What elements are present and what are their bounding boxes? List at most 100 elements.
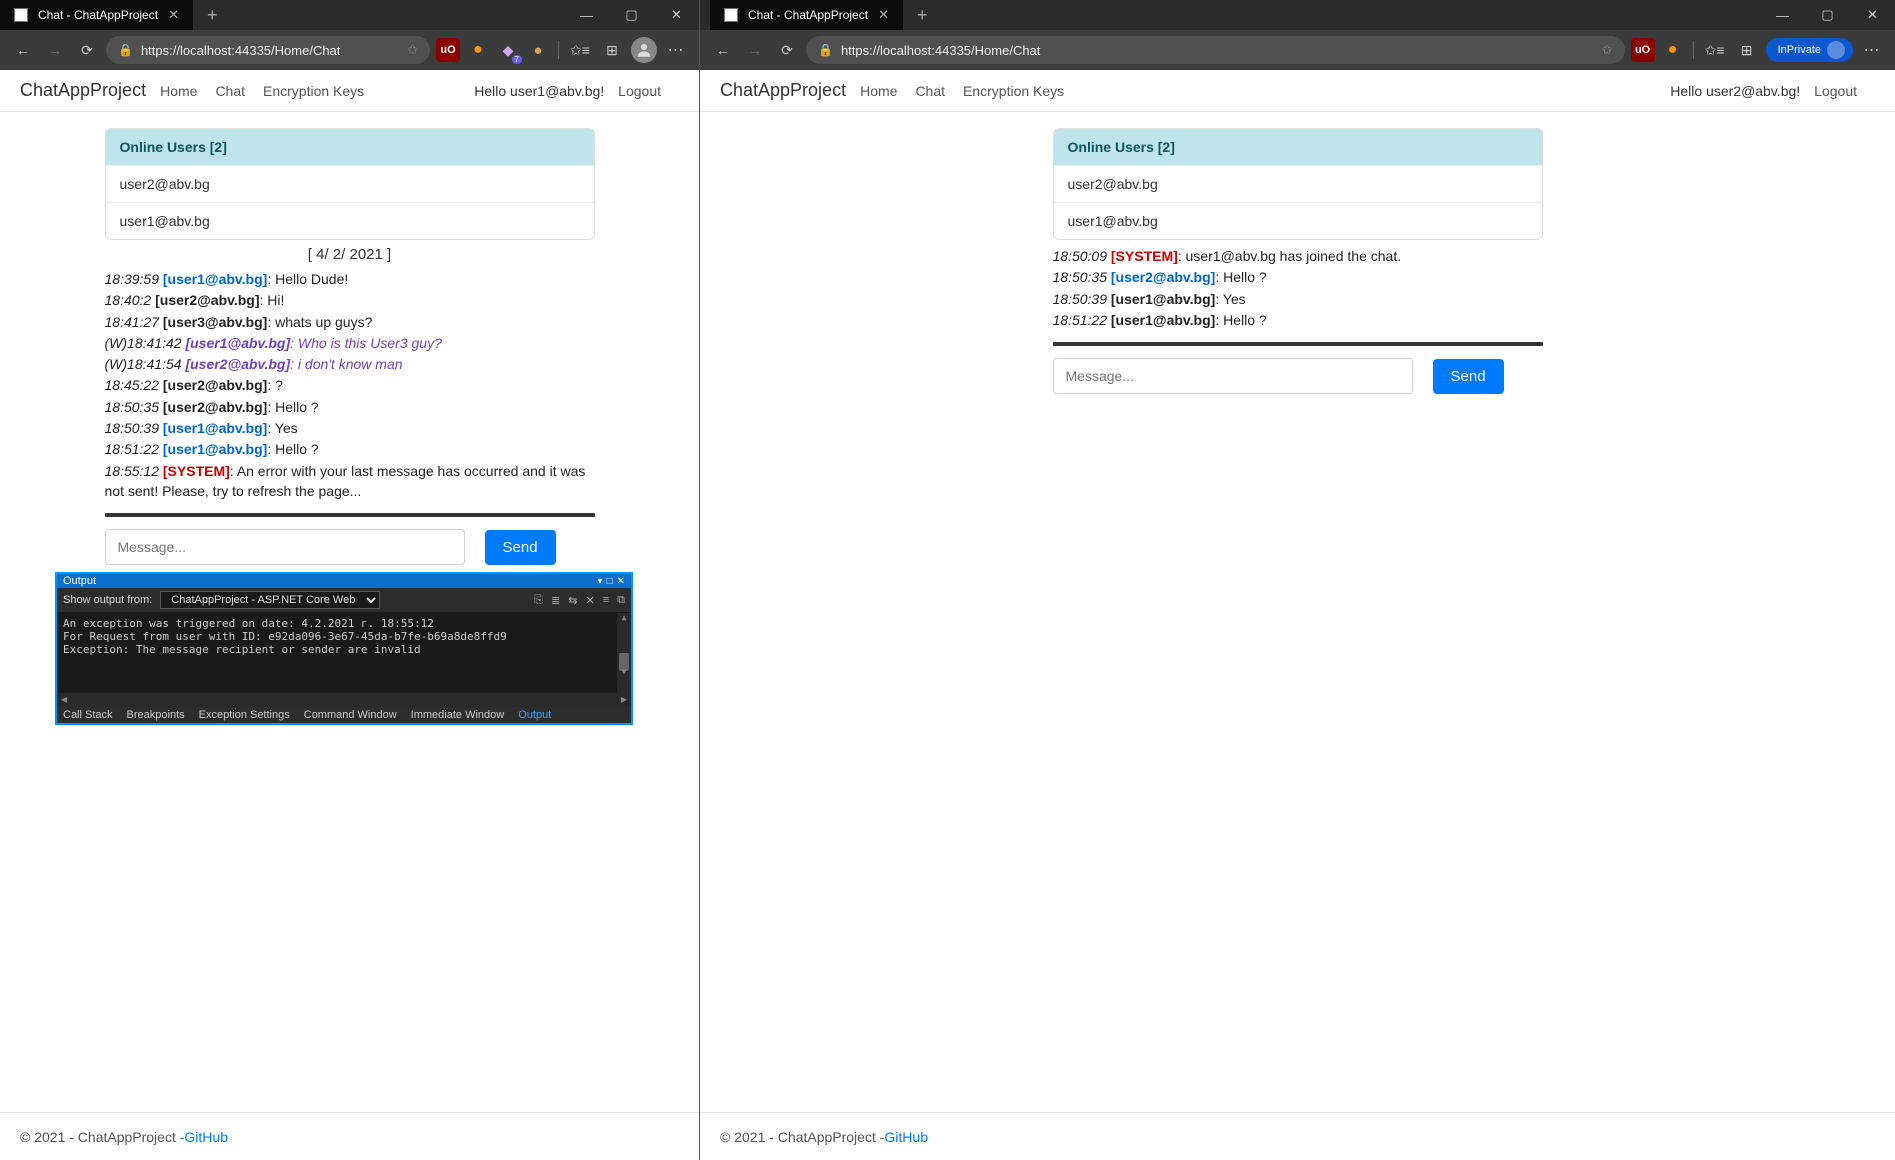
online-user-item[interactable]: user1@abv.bg bbox=[106, 202, 594, 239]
vs-output-body[interactable]: An exception was triggered on date: 4.2.… bbox=[57, 613, 631, 693]
send-button[interactable]: Send bbox=[485, 530, 556, 565]
brand[interactable]: ChatAppProject bbox=[720, 80, 846, 101]
msg-timestamp: 18:50:35 bbox=[105, 399, 163, 415]
inprivate-avatar-icon bbox=[1827, 41, 1845, 59]
lock-icon: 🔒 bbox=[818, 43, 833, 57]
minimize-button[interactable]: ― bbox=[1760, 0, 1805, 30]
logout-link[interactable]: Logout bbox=[1814, 83, 1857, 99]
close-window-button[interactable]: ✕ bbox=[1850, 0, 1895, 30]
msg-timestamp: 18:51:22 bbox=[105, 441, 163, 457]
navbar: ChatAppProject Home Chat Encryption Keys… bbox=[700, 70, 1895, 112]
nav-home[interactable]: Home bbox=[860, 83, 897, 99]
vs-tab-output[interactable]: Output bbox=[518, 709, 551, 721]
browser-tab[interactable]: Chat - ChatAppProject ✕ bbox=[710, 0, 903, 30]
close-tab-icon[interactable]: ✕ bbox=[168, 7, 179, 23]
vs-pin-icon[interactable]: ▾ bbox=[598, 576, 603, 587]
github-link[interactable]: GitHub bbox=[884, 1129, 928, 1145]
minimize-button[interactable]: ― bbox=[564, 0, 609, 30]
address-field[interactable]: 🔒 https://localhost:44335/Home/Chat ✩ bbox=[806, 36, 1625, 64]
vs-tab-breakpoints[interactable]: Breakpoints bbox=[127, 709, 185, 721]
menu-button[interactable]: ⋯ bbox=[663, 37, 689, 63]
vs-hscroll[interactable]: ◀▶ bbox=[57, 693, 631, 707]
nav-chat[interactable]: Chat bbox=[915, 83, 945, 99]
online-user-item[interactable]: user2@abv.bg bbox=[1054, 165, 1542, 202]
github-link[interactable]: GitHub bbox=[184, 1129, 228, 1145]
collections-icon[interactable]: ⊞ bbox=[599, 37, 625, 63]
favorite-icon[interactable]: ✩ bbox=[407, 42, 418, 58]
forward-button[interactable]: → bbox=[42, 37, 68, 63]
vs-close-icon[interactable]: ✕ bbox=[617, 576, 625, 587]
vs-vscroll[interactable]: ▲▼ bbox=[617, 613, 631, 693]
msg-text: : ? bbox=[267, 377, 283, 393]
msg-timestamp: 18:50:39 bbox=[1053, 291, 1111, 307]
new-tab-button[interactable]: + bbox=[911, 5, 934, 26]
msg-text: : i don't know man bbox=[290, 356, 402, 372]
new-tab-button[interactable]: + bbox=[201, 5, 224, 26]
online-user-item[interactable]: user2@abv.bg bbox=[106, 165, 594, 202]
vs-tb-icon[interactable]: ⎘ bbox=[534, 594, 543, 607]
msg-timestamp: (W)18:41:42 bbox=[105, 335, 186, 351]
browser-tab[interactable]: Chat - ChatAppProject ✕ bbox=[0, 0, 193, 30]
vs-tb-icon[interactable]: ✕ bbox=[586, 594, 595, 607]
ublock-icon[interactable]: uO bbox=[1631, 38, 1655, 62]
close-tab-icon[interactable]: ✕ bbox=[878, 7, 889, 23]
favorites-icon[interactable]: ✩≡ bbox=[1702, 37, 1728, 63]
extension-orange-icon[interactable]: ● bbox=[1661, 38, 1685, 62]
nav-chat[interactable]: Chat bbox=[215, 83, 245, 99]
titlebar: Chat - ChatAppProject ✕ + ― ▢ ✕ bbox=[0, 0, 699, 30]
vs-tb-icon[interactable]: ≣ bbox=[551, 594, 560, 607]
extension-purple-icon[interactable]: ◆7 bbox=[496, 38, 520, 62]
nav-home[interactable]: Home bbox=[160, 83, 197, 99]
favorites-icon[interactable]: ✩≡ bbox=[567, 37, 593, 63]
vs-tab-exception-settings[interactable]: Exception Settings bbox=[199, 709, 290, 721]
message-input[interactable] bbox=[105, 529, 465, 565]
msg-user: [SYSTEM] bbox=[163, 463, 230, 479]
msg-user: [user2@abv.bg] bbox=[1111, 269, 1215, 285]
vs-max-icon[interactable]: □ bbox=[607, 576, 613, 587]
favicon-icon bbox=[724, 8, 738, 22]
send-button[interactable]: Send bbox=[1433, 359, 1504, 394]
extension-cookie-icon[interactable]: ● bbox=[526, 38, 550, 62]
favorite-icon[interactable]: ✩ bbox=[1602, 42, 1613, 58]
vs-panel-title[interactable]: Output ▾ □ ✕ bbox=[57, 574, 631, 588]
url-text: https://localhost:44335/Home/Chat bbox=[841, 43, 1040, 58]
vs-toolbar-icons: ⎘ ≣ ⇆ ✕ ≡ ⧉ bbox=[534, 594, 625, 607]
vs-tb-icon[interactable]: ⇆ bbox=[568, 594, 577, 607]
collections-icon[interactable]: ⊞ bbox=[1734, 37, 1760, 63]
maximize-button[interactable]: ▢ bbox=[609, 0, 654, 30]
msg-timestamp: 18:55:12 bbox=[105, 463, 163, 479]
msg-user: [user2@abv.bg] bbox=[163, 377, 267, 393]
favicon-icon bbox=[14, 8, 28, 22]
msg-text: : Hello ? bbox=[1215, 312, 1266, 328]
brand[interactable]: ChatAppProject bbox=[20, 80, 146, 101]
back-button[interactable]: ← bbox=[10, 37, 36, 63]
vs-source-select[interactable]: ChatAppProject - ASP.NET Core Web Server bbox=[160, 591, 380, 609]
extension-orange-icon[interactable]: ● bbox=[466, 38, 490, 62]
vs-tab-command-window[interactable]: Command Window bbox=[304, 709, 397, 721]
vs-tab-callstack[interactable]: Call Stack bbox=[63, 709, 113, 721]
nav-encryption-keys[interactable]: Encryption Keys bbox=[263, 83, 364, 99]
forward-button[interactable]: → bbox=[742, 37, 768, 63]
maximize-button[interactable]: ▢ bbox=[1805, 0, 1850, 30]
msg-user: [user1@abv.bg] bbox=[163, 441, 267, 457]
close-window-button[interactable]: ✕ bbox=[654, 0, 699, 30]
msg-user: [SYSTEM] bbox=[1111, 248, 1178, 264]
online-user-item[interactable]: user1@abv.bg bbox=[1054, 202, 1542, 239]
refresh-button[interactable]: ⟳ bbox=[774, 37, 800, 63]
logout-link[interactable]: Logout bbox=[618, 83, 661, 99]
vs-tb-icon[interactable]: ⧉ bbox=[617, 594, 625, 607]
refresh-button[interactable]: ⟳ bbox=[74, 37, 100, 63]
address-field[interactable]: 🔒 https://localhost:44335/Home/Chat ✩ bbox=[106, 36, 430, 64]
back-button[interactable]: ← bbox=[710, 37, 736, 63]
message-input[interactable] bbox=[1053, 358, 1413, 394]
inprivate-badge[interactable]: InPrivate bbox=[1766, 38, 1853, 62]
msg-user: [user1@abv.bg] bbox=[185, 335, 290, 351]
online-users-card: Online Users [2] user2@abv.bg user1@abv.… bbox=[1053, 128, 1543, 240]
nav-encryption-keys[interactable]: Encryption Keys bbox=[963, 83, 1064, 99]
online-users-header: Online Users [2] bbox=[106, 129, 594, 165]
menu-button[interactable]: ⋯ bbox=[1859, 37, 1885, 63]
vs-tb-icon[interactable]: ≡ bbox=[603, 594, 609, 607]
profile-avatar[interactable] bbox=[631, 37, 657, 63]
ublock-icon[interactable]: uO bbox=[436, 38, 460, 62]
vs-tab-immediate-window[interactable]: Immediate Window bbox=[411, 709, 505, 721]
